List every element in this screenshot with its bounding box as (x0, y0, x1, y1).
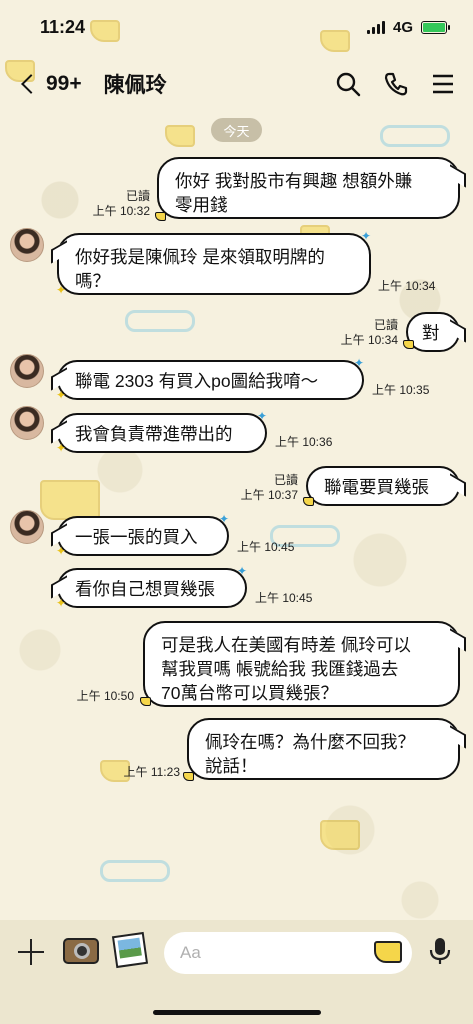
sticker-cheese-icon[interactable] (374, 941, 402, 963)
date-separator: 今天 (211, 118, 262, 142)
battery-icon (421, 20, 450, 34)
star-icon: ✦ (56, 441, 67, 455)
status-time: 11:24 (40, 16, 86, 37)
status-bar: 11:24 4G (0, 0, 473, 54)
outgoing-message[interactable]: 佩玲在嗎？為什麼不回我？ 說話！ (187, 718, 460, 780)
star-icon: ✦ (257, 409, 268, 423)
back-chevron-icon (21, 74, 41, 94)
star-icon: ✦ (56, 596, 67, 610)
message-time: 上午 10:34 (378, 279, 436, 293)
star-icon: ✦ (361, 229, 372, 243)
status-indicators: 4G (366, 18, 450, 36)
avatar[interactable] (10, 354, 44, 388)
menu-icon[interactable] (431, 73, 455, 95)
star-icon: ✦ (56, 388, 67, 402)
message-input[interactable]: Aa (164, 932, 412, 974)
message-time: 上午 10:45 (237, 540, 295, 554)
message-time: 上午 10:32 (92, 204, 150, 218)
message-time: 上午 10:50 (76, 689, 134, 703)
message-time: 上午 10:45 (255, 591, 313, 605)
star-icon: ✦ (219, 512, 230, 526)
photo-icon[interactable] (111, 931, 149, 969)
message-time: 上午 10:35 (372, 383, 430, 397)
glasses-decoration (380, 125, 450, 147)
read-receipt: 已讀 (273, 473, 298, 487)
message-meta: 已讀 上午 10:37 (218, 473, 298, 503)
network-type: 4G (392, 18, 413, 36)
plus-icon[interactable] (18, 939, 44, 965)
outgoing-message[interactable]: 對 (406, 312, 460, 352)
cheese-decoration (40, 480, 100, 520)
home-indicator (153, 1010, 321, 1015)
incoming-message[interactable]: 一張一張的買入 (57, 516, 229, 556)
cheese-decoration (165, 125, 195, 147)
cheese-sticker-icon (140, 697, 151, 706)
contact-name: 陳佩玲 (103, 74, 167, 97)
phone-icon[interactable] (383, 71, 409, 97)
camera-icon[interactable] (63, 938, 99, 964)
star-icon: ✦ (354, 356, 365, 370)
cheese-sticker-icon (403, 340, 414, 349)
cheese-sticker-icon (303, 497, 314, 506)
message-time: 上午 11:23 (123, 765, 180, 779)
star-icon: ✦ (56, 283, 67, 297)
avatar[interactable] (10, 510, 44, 544)
mic-icon[interactable] (428, 936, 452, 966)
avatar[interactable] (10, 228, 44, 262)
incoming-message[interactable]: 看你自己想買幾張 (57, 568, 247, 608)
signal-icon (366, 20, 385, 34)
star-icon: ✦ (56, 544, 67, 558)
message-time: 上午 10:34 (340, 333, 398, 347)
chat-header: 99+ 陳佩玲 (0, 58, 473, 110)
avatar[interactable] (10, 406, 44, 440)
message-time: 上午 10:36 (275, 435, 333, 449)
glasses-decoration (100, 860, 170, 882)
read-receipt: 已讀 (373, 318, 398, 332)
message-meta: 已讀 上午 10:32 (70, 189, 150, 219)
outgoing-message[interactable]: 你好 我對股市有興趣 想額外賺 零用錢 (157, 157, 460, 219)
cheese-sticker-icon (183, 772, 194, 781)
unread-count: 99+ (46, 72, 82, 95)
cheese-sticker-icon (155, 212, 166, 221)
search-icon[interactable] (335, 71, 361, 97)
message-time: 上午 10:37 (240, 488, 298, 502)
glasses-decoration (125, 310, 195, 332)
message-input-placeholder: Aa (180, 943, 201, 962)
cheese-decoration (320, 820, 360, 850)
outgoing-message[interactable]: 聯電要買幾張 (306, 466, 460, 506)
read-receipt: 已讀 (125, 189, 150, 203)
incoming-message[interactable]: 我會負責帶進帶出的 (57, 413, 267, 453)
back-button[interactable]: 99+ (18, 72, 82, 96)
message-meta: 已讀 上午 10:34 (318, 318, 398, 348)
incoming-message[interactable]: 你好我是陳佩玲 是來領取明牌的 嗎？ (57, 233, 371, 295)
incoming-message[interactable]: 聯電 2303 有買入po圖給我唷～ (57, 360, 364, 400)
star-icon: ✦ (237, 564, 248, 578)
header-actions (335, 71, 455, 97)
outgoing-message[interactable]: 可是我人在美國有時差 佩玲可以 幫我買嗎 帳號給我 我匯錢過去 70萬台幣可以買… (143, 621, 460, 707)
